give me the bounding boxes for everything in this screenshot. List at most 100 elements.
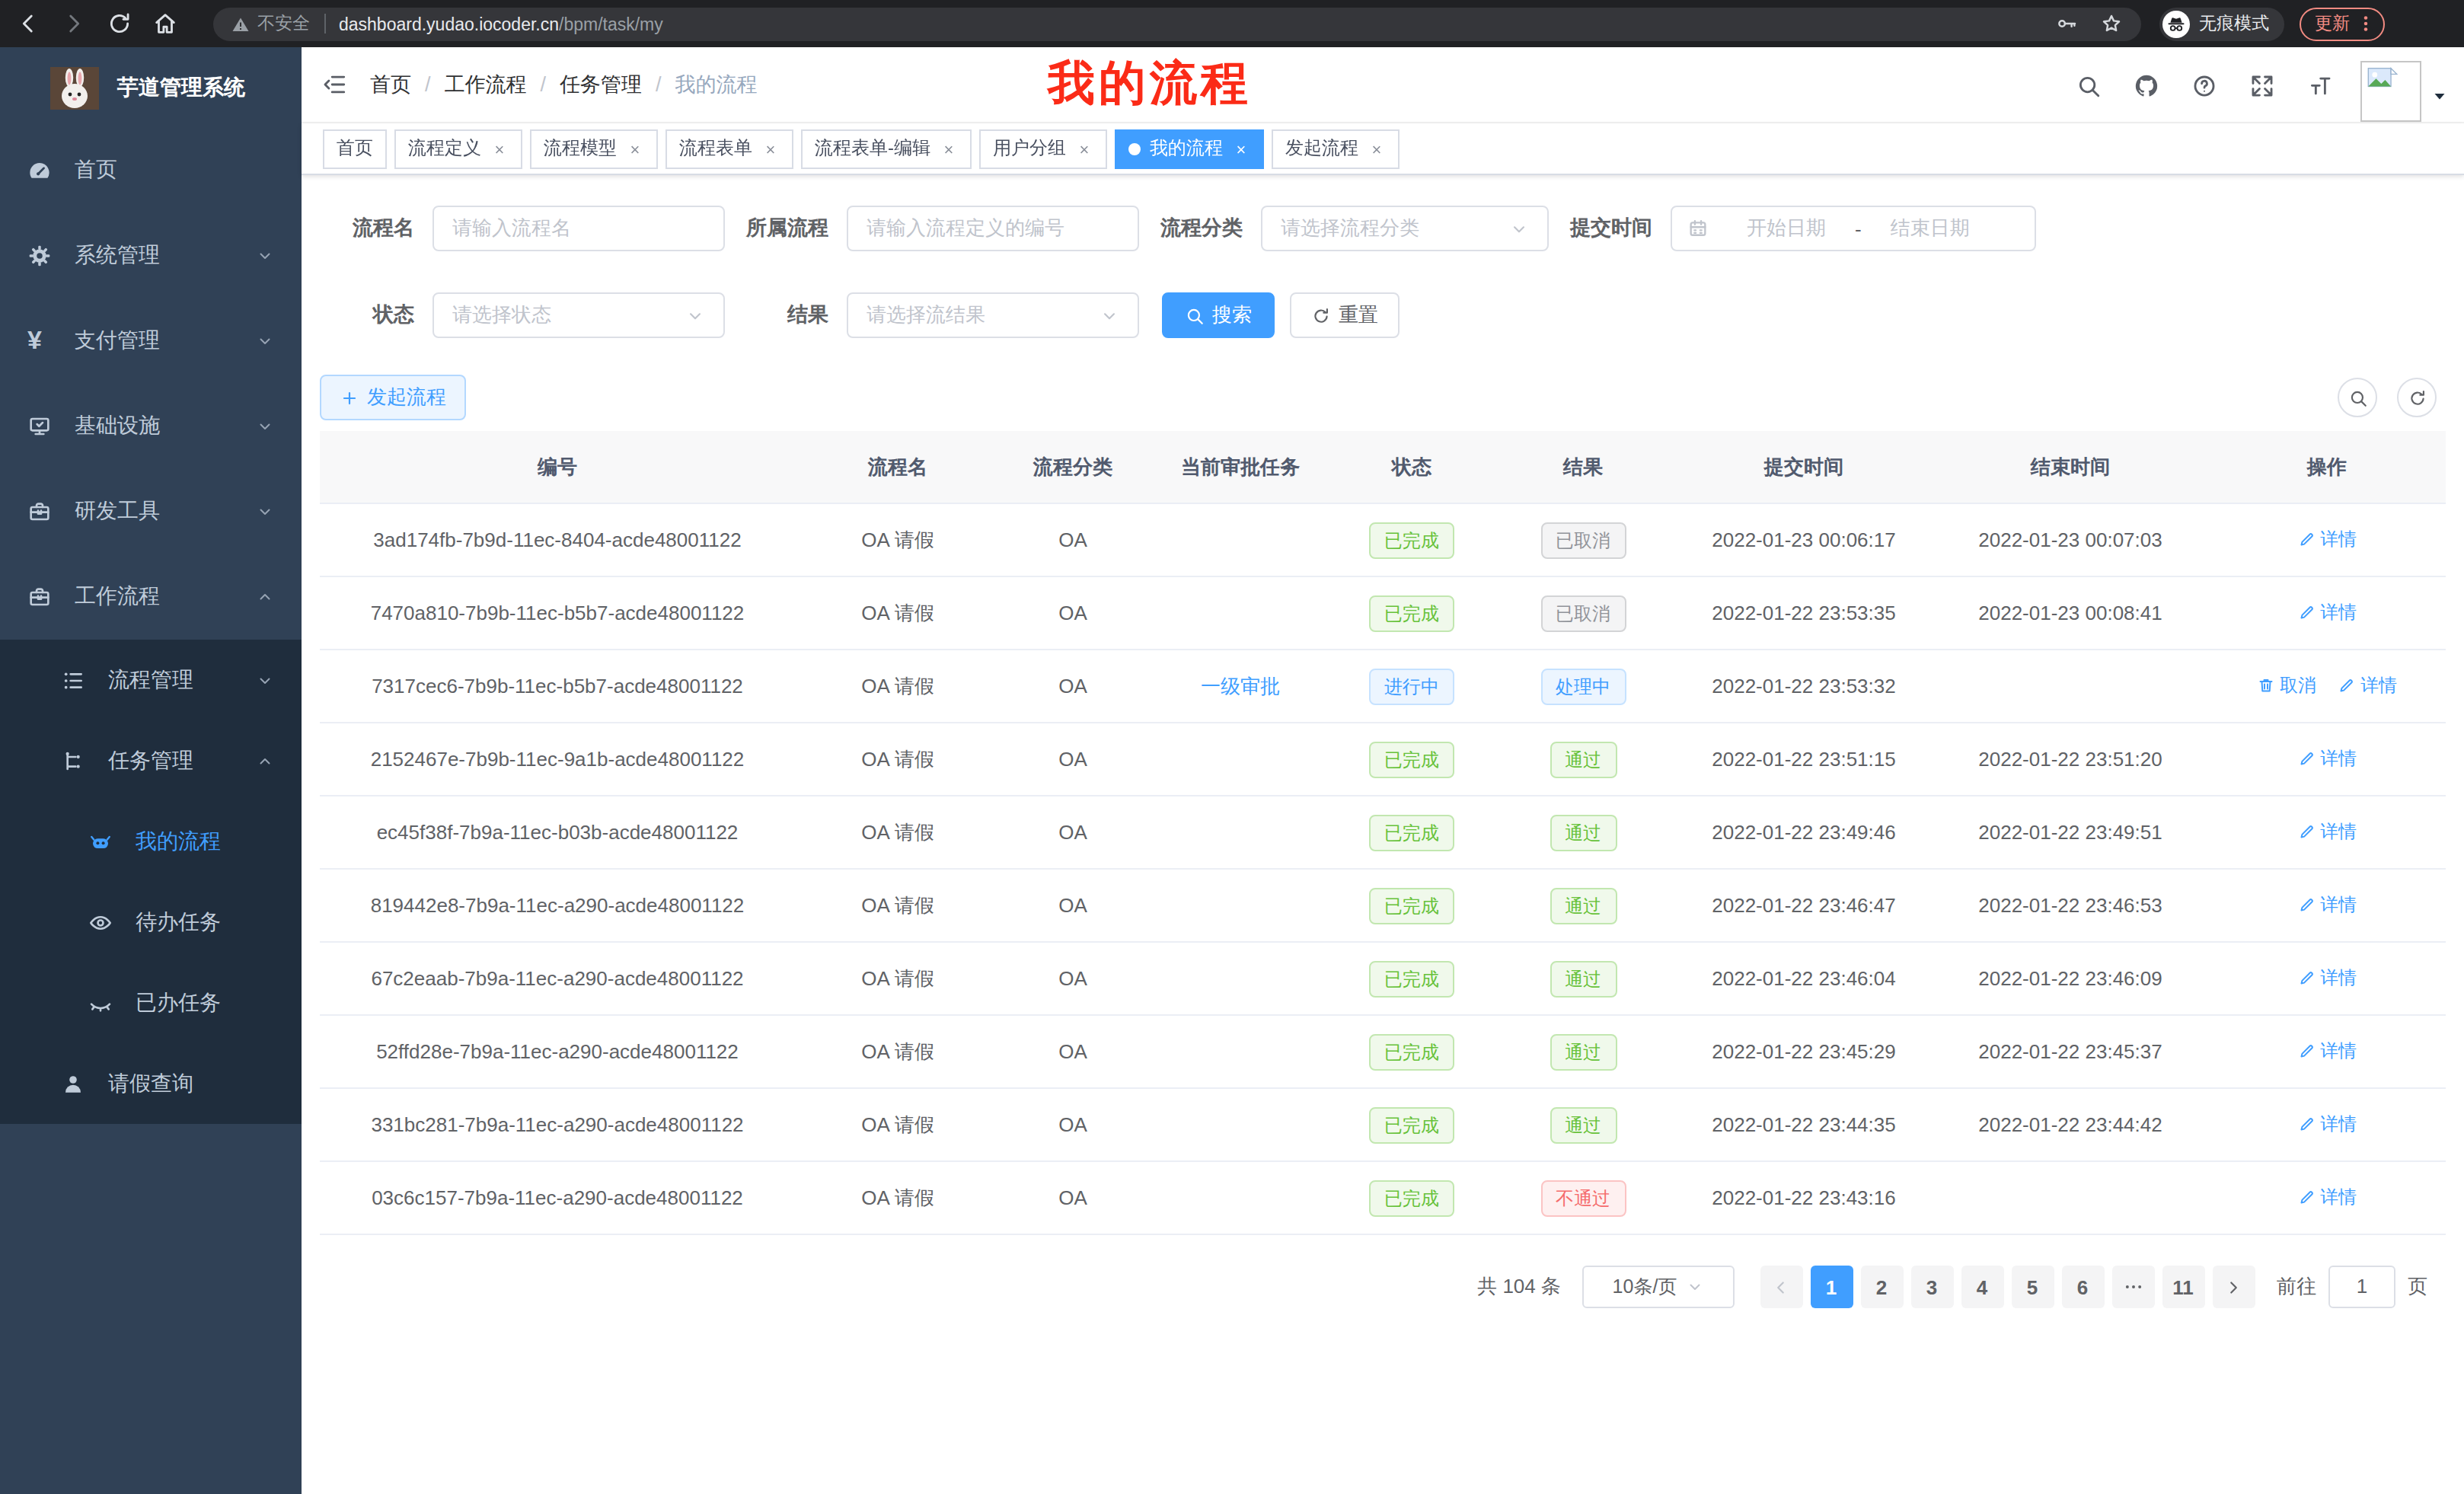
close-icon[interactable]: × bbox=[490, 139, 509, 158]
cell-submit-time: 2022-01-22 23:53:32 bbox=[1678, 675, 1929, 698]
page-size-select[interactable]: 10条/页 bbox=[1582, 1266, 1735, 1308]
sidebar-item[interactable]: 我的流程 bbox=[0, 801, 302, 882]
detail-link[interactable]: 详情 bbox=[2297, 600, 2357, 626]
cell-result: 通过 bbox=[1488, 741, 1678, 777]
status-select[interactable]: 请选择状态 bbox=[432, 292, 725, 338]
search-icon[interactable] bbox=[2076, 72, 2102, 98]
bookmark-star-icon[interactable] bbox=[2100, 12, 2123, 35]
next-page-button[interactable] bbox=[2212, 1266, 2255, 1308]
sidebar-item[interactable]: 基础设施 bbox=[0, 384, 302, 469]
breadcrumb-item[interactable]: 首页 bbox=[370, 71, 411, 98]
browser-update-button[interactable]: 更新 bbox=[2300, 7, 2385, 40]
sidebar-item[interactable]: 请假查询 bbox=[0, 1043, 302, 1124]
page-button-3[interactable]: 3 bbox=[1910, 1266, 1953, 1308]
key-icon[interactable] bbox=[2056, 12, 2079, 35]
tab-item[interactable]: 用户分组× bbox=[979, 129, 1107, 168]
detail-link[interactable]: 详情 bbox=[2297, 892, 2357, 918]
tab-item[interactable]: 发起流程× bbox=[1272, 129, 1400, 168]
sidebar-item[interactable]: 已办任务 bbox=[0, 962, 302, 1043]
close-icon[interactable]: × bbox=[1368, 139, 1386, 158]
task-link[interactable]: 一级审批 bbox=[1201, 674, 1280, 697]
cell-id: 52ffd28e-7b9a-11ec-a290-acde48001122 bbox=[320, 1040, 795, 1063]
calendar-icon bbox=[1687, 218, 1709, 239]
name-input[interactable]: 请输入流程名 bbox=[432, 206, 725, 251]
sidebar-item[interactable]: 系统管理 bbox=[0, 213, 302, 298]
sidebar: 芋道管理系统 首页系统管理¥支付管理基础设施研发工具工作流程流程管理任务管理我的… bbox=[0, 47, 302, 1494]
tab-item[interactable]: 流程表单-编辑× bbox=[801, 129, 972, 168]
close-icon[interactable]: × bbox=[1232, 139, 1250, 158]
breadcrumb-item[interactable]: 工作流程 bbox=[445, 71, 527, 98]
page-button-11[interactable]: 11 bbox=[2162, 1266, 2204, 1308]
refresh-button[interactable] bbox=[2397, 378, 2437, 417]
cell-id: 7470a810-7b9b-11ec-b5b7-acde48001122 bbox=[320, 602, 795, 624]
page-button-5[interactable]: 5 bbox=[2011, 1266, 2054, 1308]
detail-link[interactable]: 详情 bbox=[2338, 673, 2397, 699]
detail-link[interactable]: 详情 bbox=[2297, 1185, 2357, 1211]
address-bar[interactable]: 不安全 dashboard.yudao.iocoder.cn/bpm/task/… bbox=[213, 7, 2141, 40]
list-tree-icon bbox=[61, 668, 85, 692]
tab-active[interactable]: 我的流程× bbox=[1115, 129, 1264, 168]
cell-status: 已完成 bbox=[1336, 741, 1488, 777]
page-button-2[interactable]: 2 bbox=[1860, 1266, 1903, 1308]
browser-forward-icon[interactable] bbox=[61, 11, 87, 37]
status-tag: 已完成 bbox=[1369, 595, 1454, 631]
edit-icon bbox=[2297, 823, 2316, 841]
close-icon[interactable]: × bbox=[761, 139, 780, 158]
category-select[interactable]: 请选择流程分类 bbox=[1261, 206, 1549, 251]
browser-menu-kebab-icon[interactable] bbox=[2356, 14, 2376, 34]
detail-link[interactable]: 详情 bbox=[2297, 746, 2357, 772]
browser-reload-icon[interactable] bbox=[107, 11, 132, 37]
close-icon[interactable]: × bbox=[626, 139, 644, 158]
tab-item[interactable]: 首页 bbox=[323, 129, 387, 168]
detail-link[interactable]: 详情 bbox=[2297, 1039, 2357, 1065]
page-button-1[interactable]: 1 bbox=[1810, 1266, 1853, 1308]
detail-link[interactable]: 详情 bbox=[2297, 527, 2357, 553]
logo[interactable]: 芋道管理系统 bbox=[0, 47, 302, 128]
more-pages-button[interactable] bbox=[2111, 1266, 2154, 1308]
fullscreen-icon[interactable] bbox=[2249, 72, 2275, 98]
submit-time-range[interactable]: 开始日期 - 结束日期 bbox=[1671, 206, 2036, 251]
prev-page-button[interactable] bbox=[1760, 1266, 1802, 1308]
detail-link[interactable]: 详情 bbox=[2297, 819, 2357, 845]
sidebar-item[interactable]: 待办任务 bbox=[0, 882, 302, 962]
detail-link[interactable]: 详情 bbox=[2297, 1112, 2357, 1138]
close-icon[interactable]: × bbox=[940, 139, 958, 158]
sidebar-item[interactable]: 首页 bbox=[0, 128, 302, 213]
filter-row-1: 流程名 请输入流程名 所属流程 请输入流程定义的编号 流程分类 请选择流程分类 … bbox=[320, 206, 2446, 251]
sidebar-item[interactable]: 工作流程 bbox=[0, 554, 302, 640]
tab-item[interactable]: 流程模型× bbox=[530, 129, 658, 168]
detail-link[interactable]: 详情 bbox=[2297, 966, 2357, 991]
cancel-link[interactable]: 取消 bbox=[2257, 673, 2316, 699]
reset-button[interactable]: 重置 bbox=[1290, 292, 1400, 338]
browser-back-icon[interactable] bbox=[15, 11, 41, 37]
goto-page-input[interactable]: 1 bbox=[2328, 1266, 2395, 1308]
not-secure-label[interactable]: 不安全 bbox=[257, 12, 310, 35]
cell-id: 03c6c157-7b9a-11ec-a290-acde48001122 bbox=[320, 1186, 795, 1209]
browser-home-icon[interactable] bbox=[152, 11, 178, 37]
sidebar-toggle-icon[interactable] bbox=[321, 72, 347, 97]
cell-category: OA bbox=[1001, 528, 1145, 551]
definition-input[interactable]: 请输入流程定义的编号 bbox=[847, 206, 1139, 251]
sidebar-item[interactable]: ¥支付管理 bbox=[0, 298, 302, 384]
result-select[interactable]: 请选择流结果 bbox=[847, 292, 1139, 338]
search-button[interactable]: 搜索 bbox=[1162, 292, 1275, 338]
help-icon[interactable] bbox=[2191, 72, 2217, 98]
show-search-button[interactable] bbox=[2338, 378, 2377, 417]
cell-end-time: 2022-01-22 23:44:42 bbox=[1929, 1113, 2211, 1136]
tab-item[interactable]: 流程定义× bbox=[394, 129, 522, 168]
page-button-4[interactable]: 4 bbox=[1961, 1266, 2003, 1308]
page-button-6[interactable]: 6 bbox=[2061, 1266, 2104, 1308]
toolbox-icon bbox=[27, 500, 52, 524]
close-icon[interactable]: × bbox=[1075, 139, 1093, 158]
github-icon[interactable] bbox=[2134, 72, 2159, 98]
tab-item[interactable]: 流程表单× bbox=[665, 129, 793, 168]
cell-id: 331bc281-7b9a-11ec-a290-acde48001122 bbox=[320, 1113, 795, 1136]
breadcrumb-item[interactable]: 任务管理 bbox=[560, 71, 642, 98]
sidebar-item[interactable]: 任务管理 bbox=[0, 720, 302, 801]
create-process-button[interactable]: 发起流程 bbox=[320, 375, 466, 420]
sidebar-item[interactable]: 研发工具 bbox=[0, 469, 302, 554]
chevron-down-icon[interactable] bbox=[2430, 87, 2449, 105]
font-size-icon[interactable] bbox=[2307, 72, 2333, 98]
avatar[interactable] bbox=[2360, 61, 2421, 122]
sidebar-item[interactable]: 流程管理 bbox=[0, 640, 302, 720]
